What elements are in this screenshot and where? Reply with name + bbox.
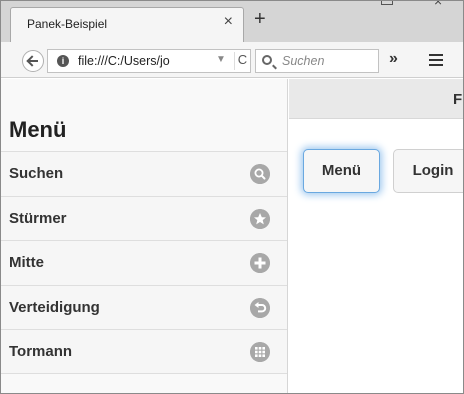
browser-window: Panek-Beispiel × + × i file:///C:/Users/… xyxy=(0,0,464,394)
overflow-chevron-icon[interactable]: » xyxy=(389,50,398,68)
menu-item-label: Stürmer xyxy=(9,209,67,227)
info-icon[interactable]: i xyxy=(57,55,69,67)
content-header: F xyxy=(289,79,463,119)
tab-close-icon[interactable]: × xyxy=(224,13,233,31)
header-title: F xyxy=(453,91,463,108)
panel-title: Menü xyxy=(9,117,67,142)
menu-item-label: Tormann xyxy=(9,343,73,360)
menu-item-stuermer[interactable]: Stürmer xyxy=(1,195,287,240)
menu-button[interactable]: Menü xyxy=(303,149,380,193)
menu-item-label: Suchen xyxy=(9,165,64,182)
navigation-bar: i file:///C:/Users/jo ▼ C Suchen » xyxy=(1,42,463,78)
search-icon xyxy=(262,55,272,65)
new-tab-button[interactable]: + xyxy=(254,9,266,29)
menu-item-label: Verteidigung xyxy=(9,298,100,316)
url-text[interactable]: file:///C:/Users/jo xyxy=(78,54,214,68)
tab-title: Panek-Beispiel xyxy=(27,17,108,31)
url-dropdown-icon[interactable]: ▼ xyxy=(216,54,226,65)
plus-icon xyxy=(250,253,270,273)
hamburger-menu-icon[interactable] xyxy=(429,54,443,66)
login-button[interactable]: Login xyxy=(393,149,463,193)
side-panel: Menü Suchen Stürmer Mitte Verteidigung T… xyxy=(1,79,288,393)
search-icon xyxy=(250,164,270,184)
browser-tab[interactable]: Panek-Beispiel × xyxy=(10,7,244,42)
menu-item-label: Mitte xyxy=(9,254,44,271)
menu-item-suchen[interactable]: Suchen xyxy=(1,151,287,196)
address-bar[interactable]: i file:///C:/Users/jo ▼ C xyxy=(47,49,251,73)
grid-icon xyxy=(250,342,270,362)
menu-list: Suchen Stürmer Mitte Verteidigung Torman… xyxy=(1,151,287,374)
back-arrow-icon xyxy=(250,297,270,318)
menu-item-verteidigung[interactable]: Verteidigung xyxy=(1,284,287,329)
back-arrow-icon[interactable] xyxy=(22,50,44,72)
page-content: Menü Suchen Stürmer Mitte Verteidigung T… xyxy=(1,79,463,393)
window-close-icon[interactable]: × xyxy=(434,1,442,9)
reload-icon[interactable]: C xyxy=(234,52,250,70)
window-minimize-icon[interactable] xyxy=(381,1,393,5)
search-input[interactable]: Suchen xyxy=(255,49,379,73)
menu-item-tormann[interactable]: Tormann xyxy=(1,329,287,374)
menu-item-mitte[interactable]: Mitte xyxy=(1,240,287,285)
star-icon xyxy=(250,208,270,229)
search-placeholder: Suchen xyxy=(282,54,325,68)
title-bar: Panek-Beispiel × + × xyxy=(1,1,463,42)
